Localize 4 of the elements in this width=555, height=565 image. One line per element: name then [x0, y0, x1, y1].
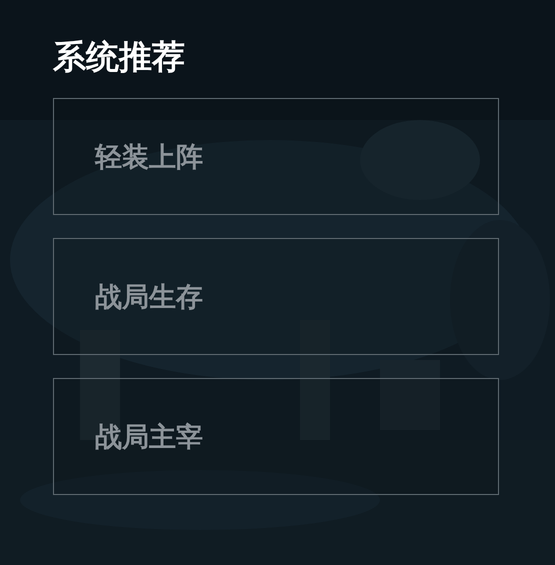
preset-option[interactable]: 战局生存 [53, 238, 499, 355]
preset-option[interactable]: 战局主宰 [53, 378, 499, 495]
preset-option[interactable]: 轻装上阵 [53, 98, 499, 215]
section-title: 系统推荐 [53, 36, 186, 78]
